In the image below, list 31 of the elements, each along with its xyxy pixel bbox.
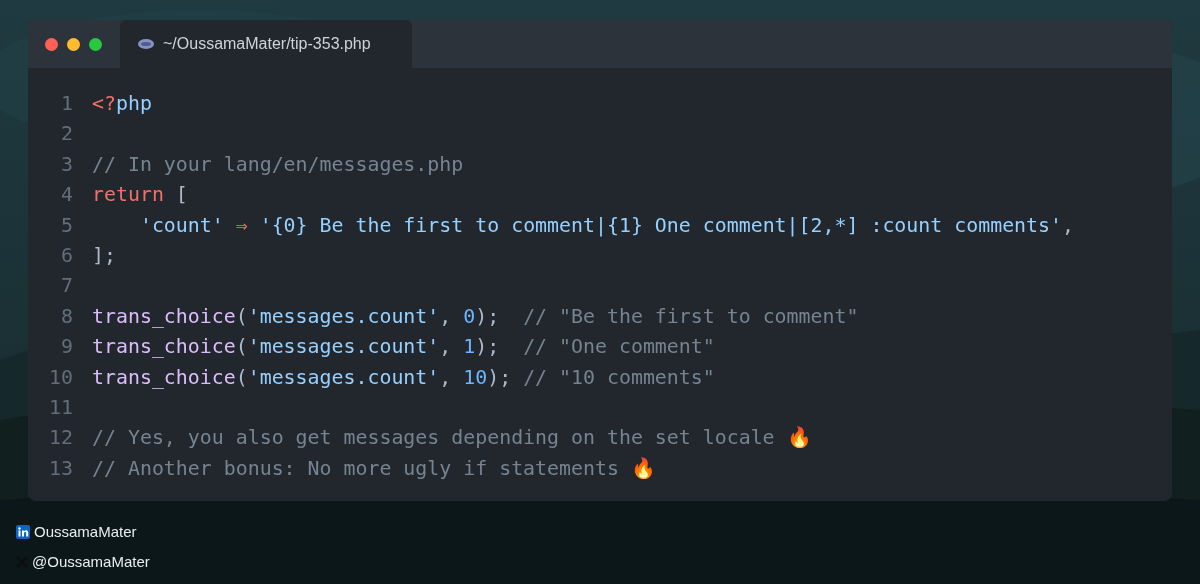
file-path: ~/OussamaMater/tip-353.php: [163, 35, 371, 53]
code-line: return [: [92, 182, 188, 209]
code-line: trans_choice('messages.count', 1); // "One comment": [92, 334, 715, 361]
code-line: // Another bonus: No more ugly if statements 🔥: [92, 455, 656, 482]
code-line: // Yes, you also get messages depending on the set locale 🔥: [92, 425, 812, 452]
line-number: 1: [60, 91, 73, 117]
line-number: 2: [60, 121, 73, 148]
code-line: trans_choice('messages.count', 10); // "10 comments": [92, 364, 715, 391]
line-number: 4: [60, 182, 73, 209]
maximize-icon[interactable]: [89, 38, 102, 51]
line-number: 10: [48, 364, 73, 391]
php-file-icon: [138, 39, 154, 49]
code-line: <?php: [92, 91, 152, 117]
line-number: 9: [60, 334, 73, 361]
minimize-icon[interactable]: [67, 38, 80, 51]
close-icon[interactable]: [45, 38, 58, 51]
line-number: 12: [48, 425, 73, 452]
code-line: // In your lang/en/messages.php: [92, 151, 464, 178]
line-number: 8: [60, 303, 73, 330]
line-number: 13: [48, 455, 73, 482]
handle-text: OussamaMater: [34, 523, 137, 540]
code-line: ];: [92, 242, 116, 269]
line-number: 6: [60, 242, 73, 269]
code-line: trans_choice('messages.count', 0); // "Be the first to comment": [92, 303, 859, 330]
line-number: 5: [60, 212, 73, 239]
line-number: 7: [60, 273, 73, 300]
line-number: 3: [60, 151, 73, 178]
code-line: 'count' ⇒ '{0} Be the first to comment|{1} One comment|[2,*] :count comments',: [138, 212, 1074, 239]
handle-text: @OussamaMater: [32, 553, 150, 570]
file-tab[interactable]: ~/OussamaMater/tip-353.php: [120, 20, 412, 68]
line-number: 11: [48, 394, 73, 421]
